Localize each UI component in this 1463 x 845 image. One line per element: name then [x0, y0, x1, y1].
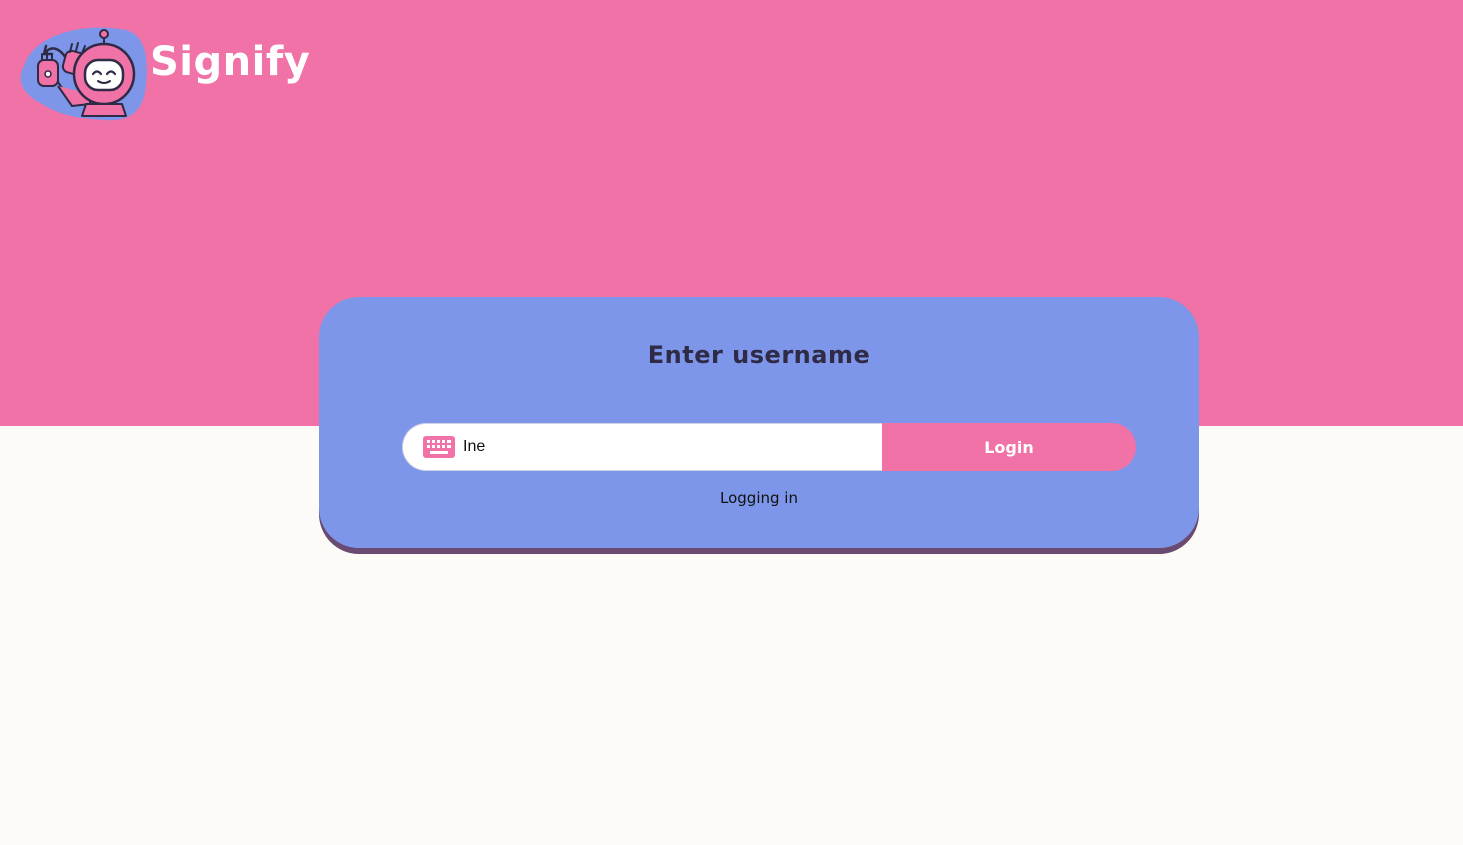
brand-logo[interactable]: Signify — [14, 24, 314, 124]
login-title: Enter username — [647, 341, 871, 369]
keyboard-icon — [423, 436, 455, 458]
brand-name: Signify — [150, 39, 311, 85]
username-field[interactable] — [402, 423, 883, 471]
robot-signing-hands-icon — [20, 27, 147, 121]
username-form: Login — [402, 423, 1136, 471]
login-card: Enter username Login Logging in — [319, 297, 1199, 548]
username-input[interactable] — [463, 424, 873, 470]
login-status: Logging in — [720, 489, 798, 507]
login-button[interactable]: Login — [882, 423, 1136, 471]
